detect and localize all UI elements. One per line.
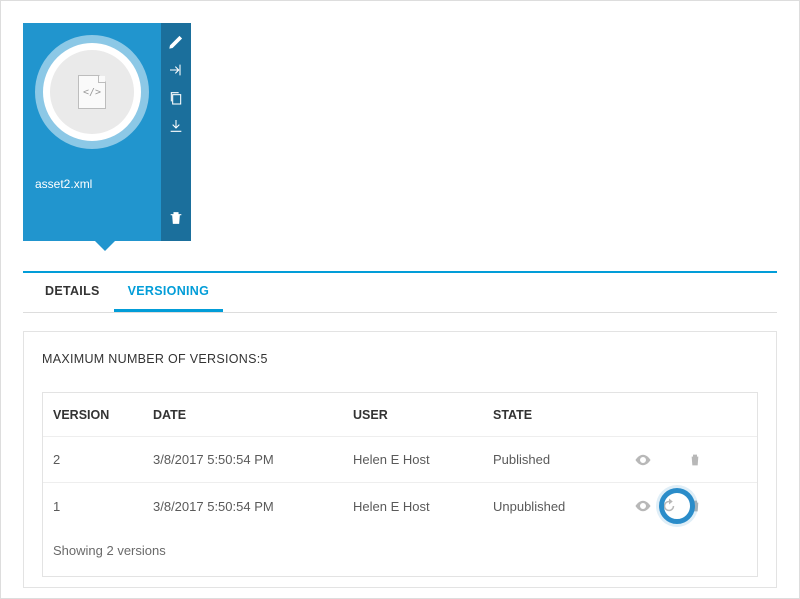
app-frame: </> asset2.xml — [0, 0, 800, 599]
col-header-user: USER — [353, 408, 493, 422]
move-button[interactable] — [165, 57, 187, 83]
card-pointer — [95, 241, 115, 251]
asset-filename: asset2.xml — [23, 177, 92, 191]
file-glyph: </> — [83, 87, 101, 98]
cell-version: 2 — [53, 452, 153, 467]
versioning-panel: MAXIMUM NUMBER OF VERSIONS:5 VERSION DAT… — [23, 331, 777, 588]
pencil-icon — [168, 34, 184, 50]
trash-icon — [687, 498, 703, 514]
asset-thumbnail-inner: </> — [48, 48, 136, 136]
delete-version-button[interactable] — [685, 496, 705, 516]
tabs-bar: DETAILS VERSIONING — [23, 271, 777, 313]
cell-date: 3/8/2017 5:50:54 PM — [153, 499, 353, 514]
view-version-button[interactable] — [633, 450, 653, 470]
versions-table: VERSION DATE USER STATE 2 3/8/2017 5:50:… — [42, 392, 758, 577]
table-footer: Showing 2 versions — [43, 529, 757, 576]
cell-actions — [623, 450, 747, 470]
cell-date: 3/8/2017 5:50:54 PM — [153, 452, 353, 467]
cell-user: Helen E Host — [353, 452, 493, 467]
restore-version-button[interactable] — [659, 496, 679, 516]
cell-state: Published — [493, 452, 623, 467]
max-versions-value: 5 — [261, 352, 268, 366]
max-versions-label: MAXIMUM NUMBER OF VERSIONS: — [42, 352, 261, 366]
download-icon — [168, 118, 184, 134]
max-versions-heading: MAXIMUM NUMBER OF VERSIONS:5 — [42, 352, 758, 366]
cell-version: 1 — [53, 499, 153, 514]
table-row: 1 3/8/2017 5:50:54 PM Helen E Host Unpub… — [43, 483, 757, 529]
asset-card[interactable]: </> asset2.xml — [23, 23, 191, 241]
tab-versioning[interactable]: VERSIONING — [114, 273, 224, 312]
edit-button[interactable] — [165, 29, 187, 55]
download-button[interactable] — [165, 113, 187, 139]
copy-icon — [168, 90, 184, 106]
trash-icon — [687, 452, 703, 468]
arrow-into-box-icon — [168, 62, 184, 78]
delete-version-button[interactable] — [685, 450, 705, 470]
delete-button[interactable] — [165, 205, 187, 231]
table-header-row: VERSION DATE USER STATE — [43, 393, 757, 437]
xml-file-icon: </> — [78, 75, 106, 109]
table-row: 2 3/8/2017 5:50:54 PM Helen E Host Publi… — [43, 437, 757, 483]
cell-actions — [623, 496, 747, 516]
view-version-button[interactable] — [633, 496, 653, 516]
col-header-date: DATE — [153, 408, 353, 422]
eye-icon — [634, 451, 652, 469]
asset-thumbnail: </> — [35, 35, 149, 149]
asset-toolbar — [161, 23, 191, 241]
tab-details[interactable]: DETAILS — [31, 273, 114, 312]
copy-button[interactable] — [165, 85, 187, 111]
cell-state: Unpublished — [493, 499, 623, 514]
trash-icon — [168, 210, 184, 226]
restore-icon — [660, 497, 678, 515]
col-header-state: STATE — [493, 408, 623, 422]
asset-card-main: </> asset2.xml — [23, 23, 161, 241]
eye-icon — [634, 497, 652, 515]
cell-user: Helen E Host — [353, 499, 493, 514]
col-header-version: VERSION — [53, 408, 153, 422]
